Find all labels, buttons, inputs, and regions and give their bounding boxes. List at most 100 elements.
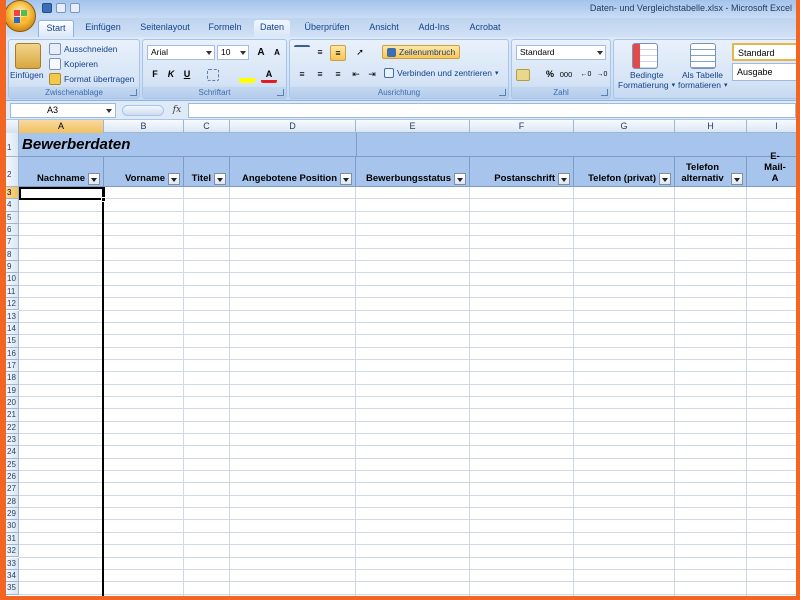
header-angebotene-position[interactable]: Angebotene Position [230,157,356,187]
filter-dropdown-icon[interactable] [168,173,180,185]
row-header-20[interactable]: 20 [6,396,19,410]
column-header-f[interactable]: F [470,120,574,133]
column-header-d[interactable]: D [230,120,356,133]
paste-button[interactable]: Einfügen [10,70,44,80]
row-header-7[interactable]: 7 [6,236,19,249]
row-header-35[interactable]: 35 [6,582,19,595]
undo-icon[interactable] [56,3,66,13]
row-header-31[interactable]: 31 [6,532,19,546]
column-header-g[interactable]: G [574,120,675,133]
redo-icon[interactable] [70,3,80,13]
tab-add-ins[interactable]: Add-Ins [412,20,456,37]
row-header-3[interactable]: 3 [6,187,19,200]
conditional-formatting-label-1[interactable]: Bedingte [630,70,664,80]
row-header-14[interactable]: 14 [6,322,19,336]
insert-function-button[interactable]: fx [168,103,186,118]
row-header-21[interactable]: 21 [6,409,19,422]
increase-indent-icon[interactable]: ⇥ [364,67,380,83]
cell-area[interactable]: Bewerberdaten Nachname Vorname Titel Ang… [19,133,796,596]
row-header-32[interactable]: 32 [6,545,19,558]
row-header-2[interactable]: 2 [6,157,19,187]
tab-ueberpruefen[interactable]: Überprüfen [298,20,356,37]
font-launcher-icon[interactable] [277,89,284,96]
font-color-button[interactable]: A [261,67,277,83]
row-header-4[interactable]: 4 [6,199,19,212]
row-header-24[interactable]: 24 [6,446,19,459]
worksheet-grid[interactable]: A B C D E F G H I 1 2 3 4 5 6 7 8 9 10 11 12 13 14 15 1… [6,120,796,596]
thousands-button[interactable]: 000 [556,67,576,83]
name-box[interactable]: A3 [10,103,116,118]
column-header-c[interactable]: C [184,120,230,133]
row-header-9[interactable]: 9 [6,261,19,274]
align-bottom-icon[interactable]: ≡ [330,45,346,61]
conditional-formatting-icon[interactable] [632,43,658,69]
align-middle-icon[interactable]: ≡ [312,45,328,61]
decrease-decimal-icon[interactable]: →0 [594,67,610,83]
fill-handle[interactable] [101,197,106,202]
clipboard-launcher-icon[interactable] [130,89,137,96]
header-vorname[interactable]: Vorname [104,157,184,187]
tab-start[interactable]: Start [38,20,74,37]
row-header-27[interactable]: 27 [6,483,19,496]
column-header-b[interactable]: B [104,120,184,133]
tab-acrobat[interactable]: Acrobat [462,20,508,37]
row-header-34[interactable]: 34 [6,569,19,583]
row-header-13[interactable]: 13 [6,310,19,323]
cell-style-ausgabe[interactable]: Ausgabe [732,63,796,81]
row-header-18[interactable]: 18 [6,372,19,385]
filter-dropdown-icon[interactable] [88,173,100,185]
shrink-font-button[interactable]: A [269,45,285,61]
alignment-launcher-icon[interactable] [499,89,506,96]
font-size-select[interactable]: 10 [217,45,249,60]
paste-icon[interactable] [15,43,41,69]
fill-color-icon[interactable] [239,67,255,83]
select-all-button[interactable] [6,120,19,133]
filter-dropdown-icon[interactable] [731,173,743,185]
tab-daten[interactable]: Daten [254,20,290,37]
column-header-i[interactable]: I [747,120,796,133]
align-right-icon[interactable]: ≡ [330,67,346,83]
row-header-12[interactable]: 12 [6,298,19,311]
column-header-e[interactable]: E [356,120,470,133]
filter-dropdown-icon[interactable] [659,173,671,185]
row-header-15[interactable]: 15 [6,335,19,348]
row-header-26[interactable]: 26 [6,471,19,484]
sheet-title[interactable]: Bewerberdaten [22,136,130,153]
bold-button[interactable]: F [147,67,163,83]
font-name-select[interactable]: Arial [147,45,215,60]
number-format-select[interactable]: Standard [516,45,606,60]
header-bewerbungsstatus[interactable]: Bewerbungsstatus [356,157,470,187]
merge-center-button[interactable]: Verbinden und zentrieren ▾ [384,68,499,78]
conditional-formatting-label-2[interactable]: Formatierung ▾ [618,80,675,90]
number-launcher-icon[interactable] [601,89,608,96]
format-as-table-label-2[interactable]: formatieren ▾ [678,80,728,90]
row-header-11[interactable]: 11 [6,285,19,299]
row-header-22[interactable]: 22 [6,421,19,434]
header-nachname[interactable]: Nachname [19,157,104,187]
header-telefon-privat[interactable]: Telefon (privat) [574,157,675,187]
header-telefon-alternativ[interactable]: Telefon alternativ [675,157,747,187]
row-header-16[interactable]: 16 [6,347,19,360]
wrap-text-button[interactable]: Zeilenumbruch [382,45,461,59]
row-header-30[interactable]: 30 [6,520,19,533]
currency-icon[interactable] [516,69,530,81]
align-top-icon[interactable] [294,45,310,61]
row-header-17[interactable]: 17 [6,359,19,373]
row-header-19[interactable]: 19 [6,384,19,397]
filter-dropdown-icon[interactable] [214,173,226,185]
row-header-25[interactable]: 25 [6,458,19,472]
filter-dropdown-icon[interactable] [454,173,466,185]
tab-formeln[interactable]: Formeln [202,20,248,37]
align-center-icon[interactable]: ≡ [312,67,328,83]
row-header-8[interactable]: 8 [6,248,19,262]
copy-button[interactable]: Kopieren [49,58,98,70]
cell-style-standard[interactable]: Standard [732,43,796,61]
row-header-5[interactable]: 5 [6,211,19,225]
cut-button[interactable]: Ausschneiden [49,43,117,55]
header-postanschrift[interactable]: Postanschrift [470,157,574,187]
save-icon[interactable] [42,3,52,13]
formula-bar-splitter[interactable] [122,105,164,116]
row-header-10[interactable]: 10 [6,273,19,286]
filter-dropdown-icon[interactable] [340,173,352,185]
decrease-indent-icon[interactable]: ⇤ [348,67,364,83]
